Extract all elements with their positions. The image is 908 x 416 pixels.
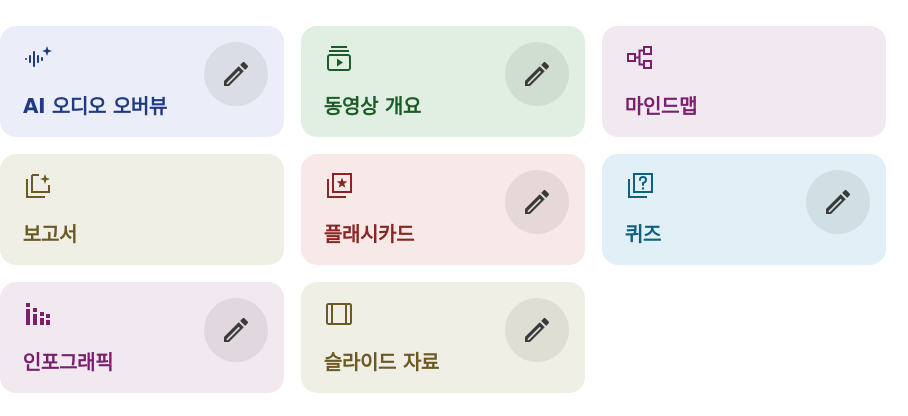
report-spark-icon xyxy=(23,171,53,201)
card-label: 인포그래픽 xyxy=(23,350,114,374)
card-label: 플래시카드 xyxy=(324,222,415,246)
card-video-overview[interactable]: 동영상 개요 xyxy=(301,26,585,137)
card-label: 동영상 개요 xyxy=(324,94,422,118)
edit-button[interactable] xyxy=(505,170,569,234)
slides-icon xyxy=(324,299,354,329)
card-flashcards[interactable]: 플래시카드 xyxy=(301,154,585,265)
card-label: 보고서 xyxy=(23,222,78,246)
edit-button[interactable] xyxy=(806,170,870,234)
card-audio-overview[interactable]: AI 오디오 오버뷰 xyxy=(0,26,284,137)
edit-button[interactable] xyxy=(204,42,268,106)
card-quiz[interactable]: 퀴즈 xyxy=(602,154,886,265)
card-label: 퀴즈 xyxy=(625,222,662,246)
card-label: 슬라이드 자료 xyxy=(324,350,440,374)
pencil-icon xyxy=(826,189,851,214)
flashcard-star-icon xyxy=(324,171,354,201)
edit-button[interactable] xyxy=(505,42,569,106)
card-infographic[interactable]: 인포그래픽 xyxy=(0,282,284,393)
pencil-icon xyxy=(224,61,249,86)
infographic-bars-icon xyxy=(23,299,53,329)
card-mind-map[interactable]: 마인드맵 xyxy=(602,26,886,137)
card-label: 마인드맵 xyxy=(625,94,698,118)
studio-tools-grid: AI 오디오 오버뷰 동영상 개요 마인드맵 보고서 플래시카드 퀴즈 인포그래… xyxy=(0,26,886,393)
mind-map-icon xyxy=(625,43,655,73)
pencil-icon xyxy=(525,317,550,342)
card-label: AI 오디오 오버뷰 xyxy=(23,94,168,118)
pencil-icon xyxy=(224,317,249,342)
pencil-icon xyxy=(525,61,550,86)
video-stack-icon xyxy=(324,43,354,73)
edit-button[interactable] xyxy=(204,298,268,362)
audio-spark-icon xyxy=(23,43,53,73)
card-report[interactable]: 보고서 xyxy=(0,154,284,265)
edit-button[interactable] xyxy=(505,298,569,362)
pencil-icon xyxy=(525,189,550,214)
quiz-question-icon xyxy=(625,171,655,201)
card-slides[interactable]: 슬라이드 자료 xyxy=(301,282,585,393)
